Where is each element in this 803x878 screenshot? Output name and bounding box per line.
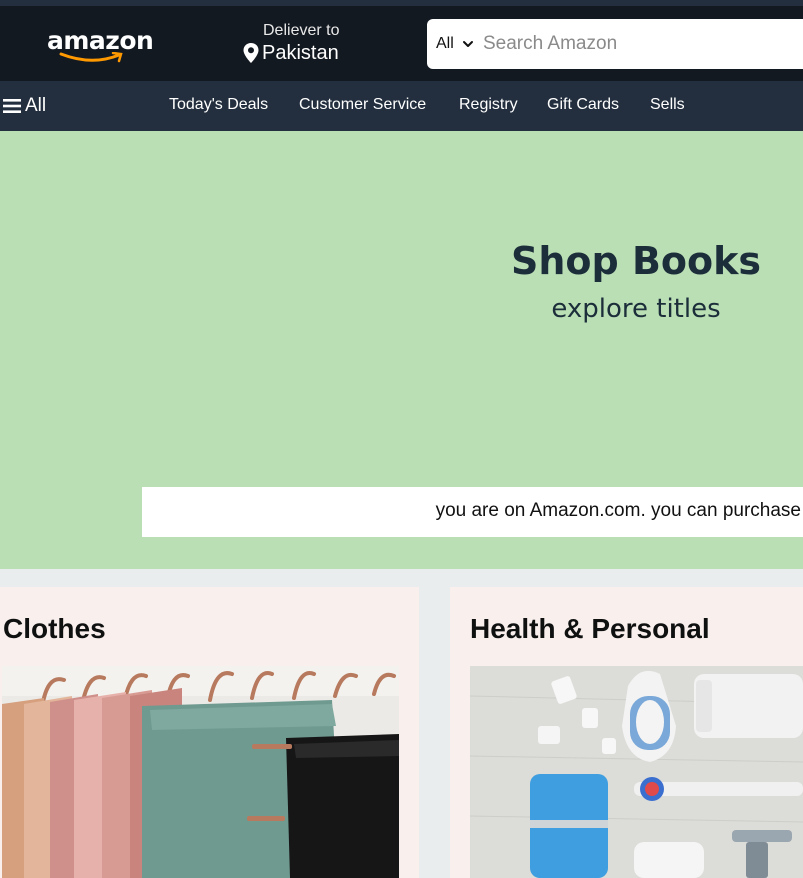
hamburger-menu-icon [3, 99, 21, 113]
nav-link-customer-service[interactable]: Customer Service [299, 96, 426, 114]
header: amazon Deliever to Pakistan All [0, 6, 803, 81]
card-title: Clothes [3, 613, 106, 644]
category-card-health-personal[interactable]: Health & Personal [450, 587, 803, 878]
deliver-country: Pakistan [262, 42, 339, 64]
search-bar: All [427, 19, 803, 69]
region-notice: you are on Amazon.com. you can purchase [142, 487, 803, 537]
hero-subtitle: explore titles [551, 294, 721, 324]
nav-link-registry[interactable]: Registry [459, 96, 518, 114]
chevron-down-icon [462, 41, 473, 47]
search-category-label: All [436, 35, 454, 52]
search-input[interactable] [479, 19, 803, 69]
logo-smile-icon [59, 52, 123, 63]
health-image[interactable] [470, 666, 803, 878]
deliver-to[interactable]: Deliever to Pakistan [243, 22, 363, 66]
nav-all-button[interactable]: All [3, 81, 46, 131]
nav-bar: All Today's Deals Customer Service Regis… [0, 81, 803, 131]
nav-link-gift-cards[interactable]: Gift Cards [547, 96, 619, 114]
logo-text: amazon [47, 26, 154, 55]
category-card-clothes[interactable]: Clothes [0, 587, 419, 878]
clothes-photo [2, 666, 399, 878]
nav-link-todays-deals[interactable]: Today's Deals [169, 96, 268, 114]
clothes-image[interactable] [2, 666, 399, 878]
amazon-logo[interactable]: amazon [47, 26, 154, 66]
deliver-label: Deliever to [263, 22, 340, 39]
search-category-select[interactable]: All [427, 19, 479, 69]
nav-all-label: All [25, 95, 47, 116]
region-notice-text: you are on Amazon.com. you can purchase [435, 500, 801, 521]
location-pin-icon [243, 43, 259, 63]
hero-title: Shop Books [510, 239, 762, 283]
card-title: Health & Personal [470, 613, 710, 644]
nav-link-sells[interactable]: Sells [650, 96, 685, 114]
health-photo [470, 666, 803, 878]
hero-banner[interactable]: Shop Books explore titles you are on Ama… [0, 131, 803, 569]
